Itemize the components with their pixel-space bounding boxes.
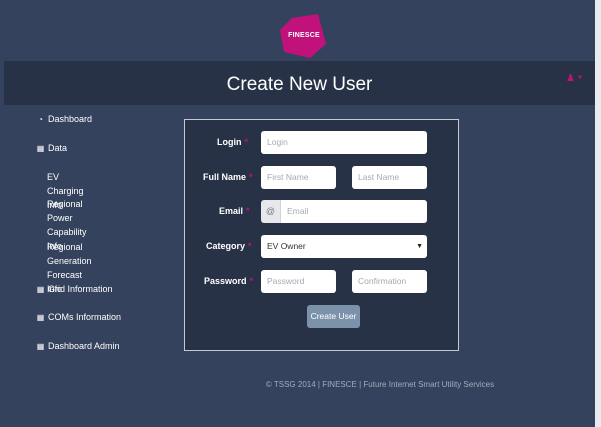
login-input[interactable]: Login [261,131,427,154]
sidebar-item-label: Data [48,143,68,153]
sidebar-item-dashboard[interactable]: ◔ Dashboard [36,113,92,126]
logo-text: FINESCE [288,32,320,39]
first-name-input[interactable]: First Name [261,166,336,189]
chart-icon: ▦ [36,313,45,322]
dashboard-icon: ◔ [38,115,43,124]
password-label: Password * [204,276,253,286]
chevron-down-icon: ▼ [576,75,583,82]
chart-icon: ▦ [36,285,45,294]
required-marker: * [249,172,253,182]
required-marker: * [246,206,250,216]
window-edge [595,0,601,427]
category-label-text: Category [206,241,246,251]
category-label: Category * [206,241,252,251]
finesce-logo[interactable]: FINESCE [280,14,328,58]
header-bar: Create New User ♟ ▼ [4,61,595,105]
required-marker: * [248,241,252,251]
required-marker: * [244,137,249,147]
password-input[interactable]: Password [261,270,336,293]
required-marker: * [249,276,254,286]
category-selected-value: EV Owner [267,241,306,251]
last-name-input[interactable]: Last Name [352,166,427,189]
sidebar-item-label: COMs Information [48,312,122,322]
sidebar-item-label: Grid Information [48,284,113,294]
sidebar-item-grid-information[interactable]: ▦ Grid Information [36,283,113,296]
sidebar-item-label: Dashboard [48,114,93,124]
password-label-text: Password [204,276,247,286]
footer-text: © TSSG 2014 | FINESCE | Future Internet … [265,380,495,389]
user-icon: ♟ [566,73,575,84]
at-sign-icon: @ [261,200,281,223]
chart-icon: ▦ [36,144,45,153]
sidebar-item-dashboard-admin[interactable]: ▦ Dashboard Admin [36,340,120,353]
sidebar-item-data[interactable]: ▦ Data [36,142,67,155]
full-name-label: Full Name * [203,172,253,182]
login-label-text: Login [217,137,242,147]
password-confirmation-input[interactable]: Confirmation [352,270,427,293]
login-label: Login * [217,137,248,147]
sidebar-item-label: Dashboard Admin [48,341,120,351]
sidebar-subitem-label: Regional Generation [47,242,92,266]
category-select[interactable]: EV Owner ▼ [261,235,427,258]
sidebar-item-coms-information[interactable]: ▦ COMs Information [36,311,121,324]
chart-icon: ▦ [36,342,45,351]
page-title: Create New User [226,74,373,95]
sidebar-subitem-label: Regional Power [47,199,83,223]
create-user-button[interactable]: Create User [307,305,360,328]
full-name-label-text: Full Name [203,172,247,182]
email-label-text: Email [219,206,244,216]
email-label: Email * [219,206,250,216]
email-input[interactable]: Email [281,200,427,223]
user-menu[interactable]: ♟ ▼ [566,73,583,84]
dropdown-arrow-icon: ▼ [416,243,423,250]
